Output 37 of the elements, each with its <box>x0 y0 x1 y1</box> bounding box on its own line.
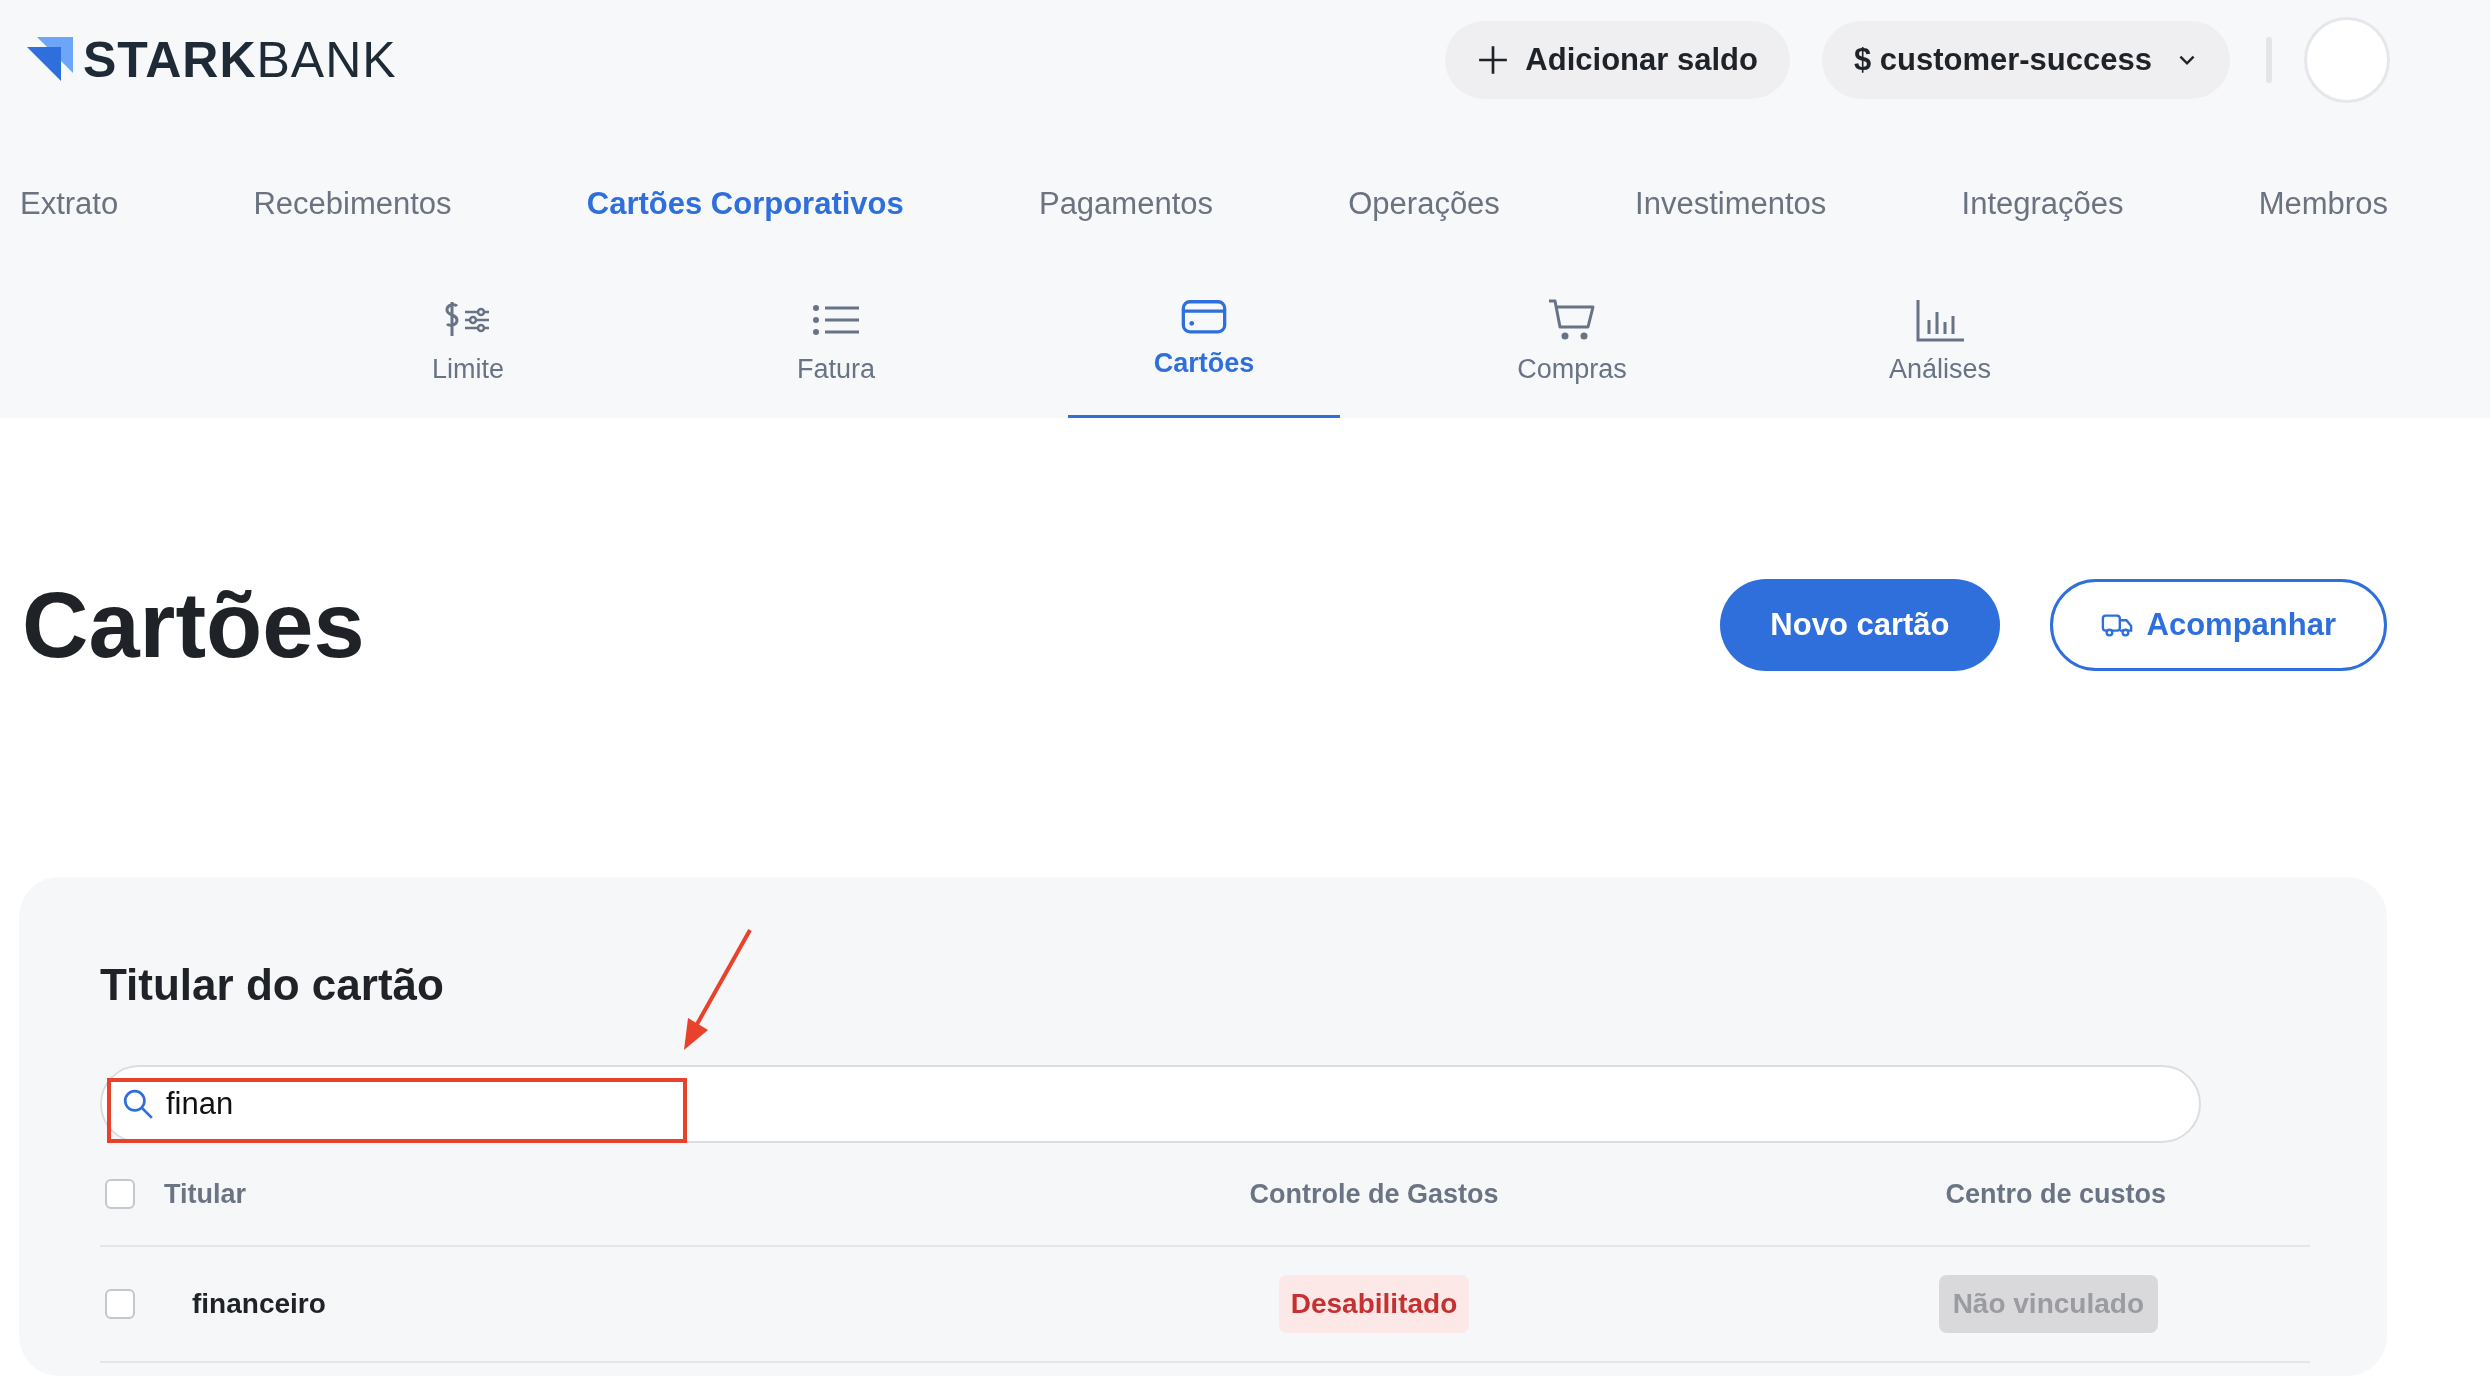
sub-nav-tab[interactable]: Análises <box>1756 288 2124 418</box>
column-header: Controle de Gastos <box>1248 1177 1500 1211</box>
track-button[interactable]: Acompanhar <box>2049 579 2387 671</box>
page-title: Cartões <box>22 573 366 678</box>
search-icon <box>122 1088 154 1120</box>
nav-tab[interactable]: Extrato <box>20 180 119 228</box>
cart-icon <box>1547 298 1597 342</box>
workspace-dropdown[interactable]: $ customer-success <box>1821 21 2230 99</box>
truck-icon <box>2100 611 2133 639</box>
add-balance-button[interactable]: Adicionar saldo <box>1445 21 1790 99</box>
table-cell-text: financeiro <box>192 1287 327 1321</box>
logo-wordmark: STARKBANK <box>83 35 397 85</box>
bar-chart-icon <box>1915 298 1965 342</box>
sub-nav-tab[interactable]: Compras <box>1388 288 1756 418</box>
plus-icon <box>1477 44 1510 76</box>
nav-tab[interactable]: Membros <box>2258 180 2388 228</box>
sub-nav-tab[interactable]: Cartões <box>1020 288 1388 418</box>
column-header: Titular <box>164 1177 247 1211</box>
status-badge: Desabilitado <box>1278 1275 1470 1333</box>
checkbox[interactable] <box>105 1289 135 1319</box>
column-header: Centro de custos <box>1944 1177 2166 1211</box>
starkbank-logo[interactable]: STARKBANK <box>25 35 397 85</box>
nav-tab[interactable]: Cartões Corporativos <box>586 180 904 228</box>
nav-tab[interactable]: Recebimentos <box>253 180 452 228</box>
sub-nav-tab[interactable]: Limite <box>284 288 652 418</box>
search-input[interactable]: finan <box>166 1080 2199 1128</box>
card-icon <box>1179 298 1229 336</box>
status-badge: Não vinculado <box>1938 1275 2158 1333</box>
sub-nav-tab[interactable]: Fatura <box>652 288 1020 418</box>
nav-tab[interactable]: Integrações <box>1961 180 2124 228</box>
filter-title: Titular do cartão <box>100 959 445 1011</box>
nav-tab[interactable]: Operações <box>1348 180 1500 228</box>
nav-tab[interactable]: Investimentos <box>1635 180 1827 228</box>
new-card-button[interactable]: Novo cartão <box>1720 579 2000 671</box>
checkbox[interactable] <box>105 1179 135 1209</box>
nav-tab[interactable]: Pagamentos <box>1038 180 1213 228</box>
search-bar[interactable]: finan <box>100 1065 2201 1143</box>
